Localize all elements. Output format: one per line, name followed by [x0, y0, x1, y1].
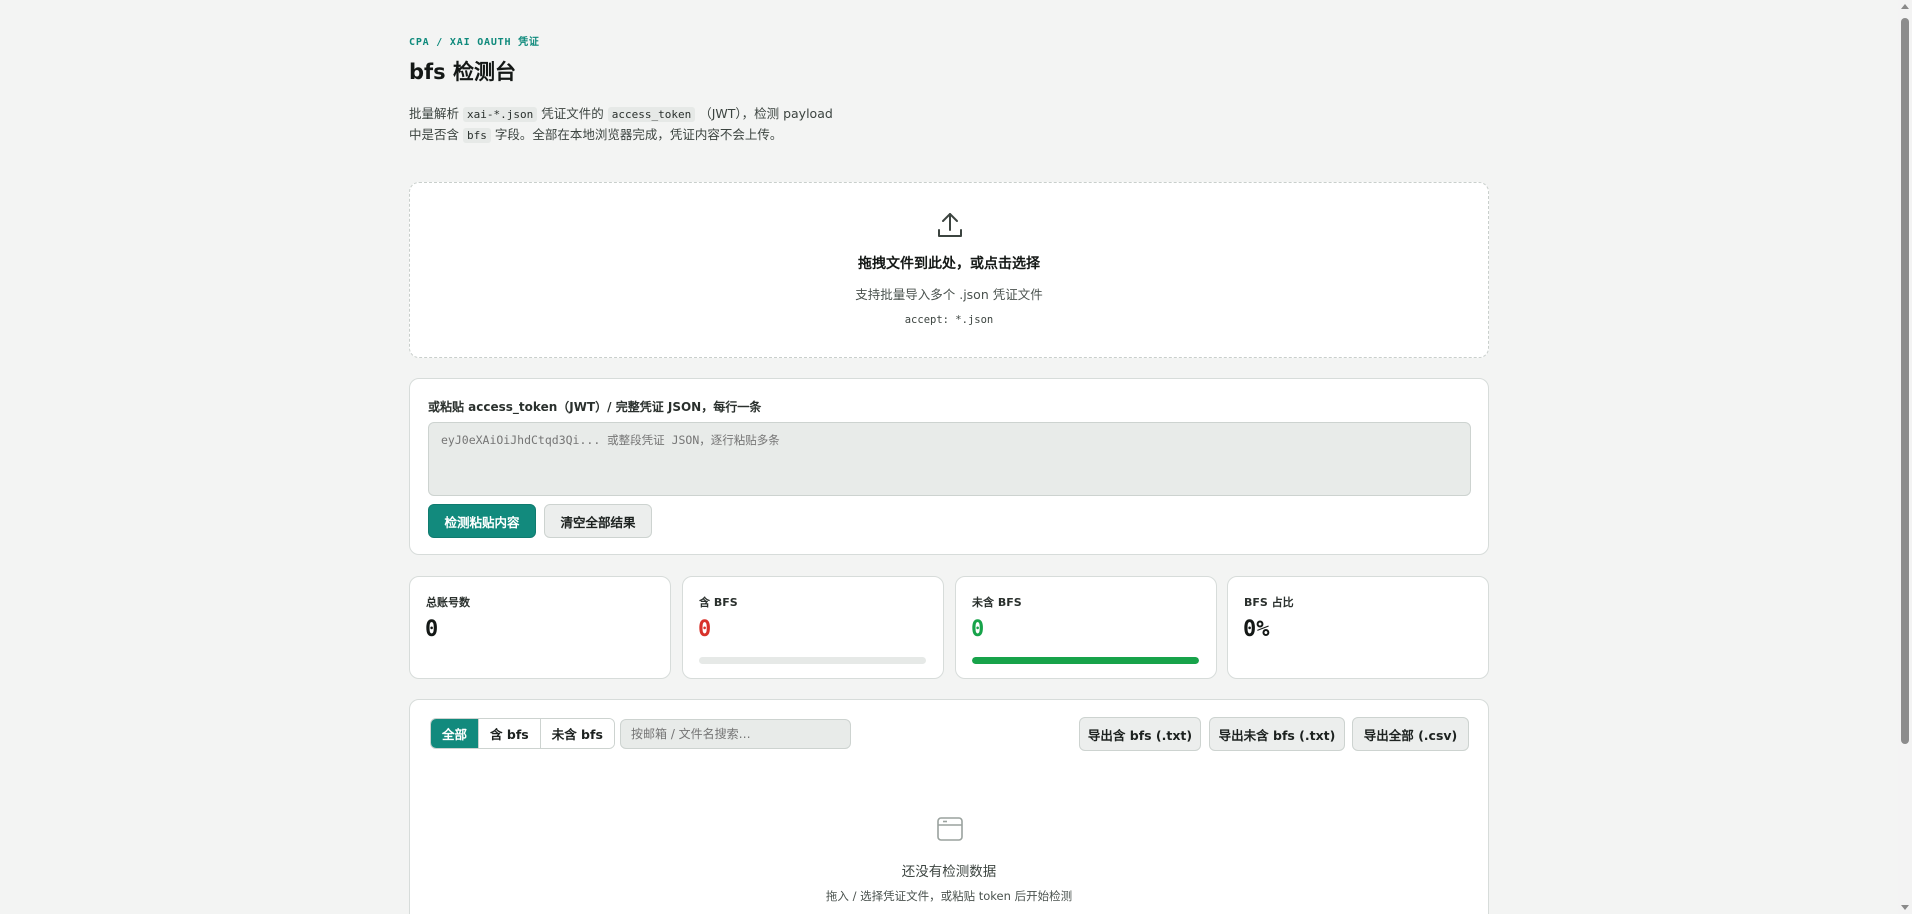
tab-all[interactable]: 全部: [431, 719, 480, 748]
eyebrow-label: CPA / XAI OAUTH 凭证: [409, 37, 540, 48]
desc-code-token: access_token: [607, 107, 696, 122]
clear-results-button[interactable]: 清空全部结果: [544, 504, 652, 538]
file-dropzone[interactable]: 拖拽文件到此处，或点击选择 支持批量导入多个 .json 凭证文件 accept…: [409, 182, 1489, 358]
stat-label: 未含 BFS: [972, 596, 1022, 609]
page-description: 批量解析 xai-*.json 凭证文件的 access_token （JWT）…: [409, 104, 849, 146]
tab-no-bfs[interactable]: 未含 bfs: [540, 719, 614, 748]
has-bfs-progress-bar: [699, 657, 926, 664]
paste-label: 或粘贴 access_token（JWT）/ 完整凭证 JSON，每行一条: [428, 400, 762, 414]
stat-value-total: 0: [425, 617, 439, 642]
stat-card-no-bfs: 未含 BFS 0: [955, 576, 1217, 679]
desc-text-1: 批量解析: [409, 106, 460, 121]
search-input[interactable]: [620, 719, 851, 749]
export-no-bfs-button[interactable]: 导出未含 bfs (.txt): [1209, 717, 1345, 751]
stat-label: 含 BFS: [699, 596, 738, 609]
no-bfs-progress-fill: [972, 657, 1199, 664]
filter-tabs: 全部 含 bfs 未含 bfs: [430, 718, 615, 749]
empty-state-title: 还没有检测数据: [901, 864, 997, 880]
empty-box-icon: [937, 817, 963, 841]
stat-label: BFS 占比: [1244, 596, 1294, 609]
no-bfs-progress-bar: [972, 657, 1199, 664]
stat-value-ratio: 0%: [1243, 617, 1270, 642]
export-has-bfs-button[interactable]: 导出含 bfs (.txt): [1079, 717, 1201, 751]
scroll-up-arrow-icon[interactable]: [1901, 4, 1909, 9]
stat-card-has-bfs: 含 BFS 0: [682, 576, 944, 679]
stat-value-has-bfs: 0: [698, 617, 712, 642]
desc-code-bfs: bfs: [463, 128, 491, 143]
detect-paste-button[interactable]: 检测粘贴内容: [428, 504, 536, 538]
token-textarea[interactable]: [428, 422, 1471, 496]
page-scrollbar[interactable]: [1898, 0, 1912, 914]
empty-state-subtitle: 拖入 / 选择凭证文件，或粘贴 token 后开始检测: [825, 889, 1073, 903]
desc-text-2: 凭证文件的: [541, 106, 604, 121]
desc-text-4: 字段。全部在本地浏览器完成，凭证内容不会上传。: [494, 127, 783, 142]
scroll-down-arrow-icon[interactable]: [1901, 905, 1909, 910]
stat-card-total: 总账号数 0: [409, 576, 671, 679]
stat-card-ratio: BFS 占比 0%: [1227, 576, 1489, 679]
desc-code-filename: xai-*.json: [463, 107, 538, 122]
tab-has-bfs[interactable]: 含 bfs: [479, 719, 541, 748]
scroll-thumb[interactable]: [1901, 18, 1909, 744]
paste-panel: 或粘贴 access_token（JWT）/ 完整凭证 JSON，每行一条 检测…: [409, 378, 1489, 555]
stat-label: 总账号数: [426, 596, 470, 609]
dropzone-title: 拖拽文件到此处，或点击选择: [858, 256, 1040, 272]
upload-icon: [938, 213, 962, 237]
stat-value-no-bfs: 0: [971, 617, 985, 642]
dropzone-accept: accept: *.json: [904, 314, 994, 326]
export-all-button[interactable]: 导出全部 (.csv): [1352, 717, 1469, 751]
page-title: bfs 检测台: [409, 60, 516, 84]
dropzone-subtitle: 支持批量导入多个 .json 凭证文件: [855, 287, 1043, 302]
results-panel: 全部 含 bfs 未含 bfs 导出含 bfs (.txt) 导出未含 bfs …: [409, 699, 1489, 914]
